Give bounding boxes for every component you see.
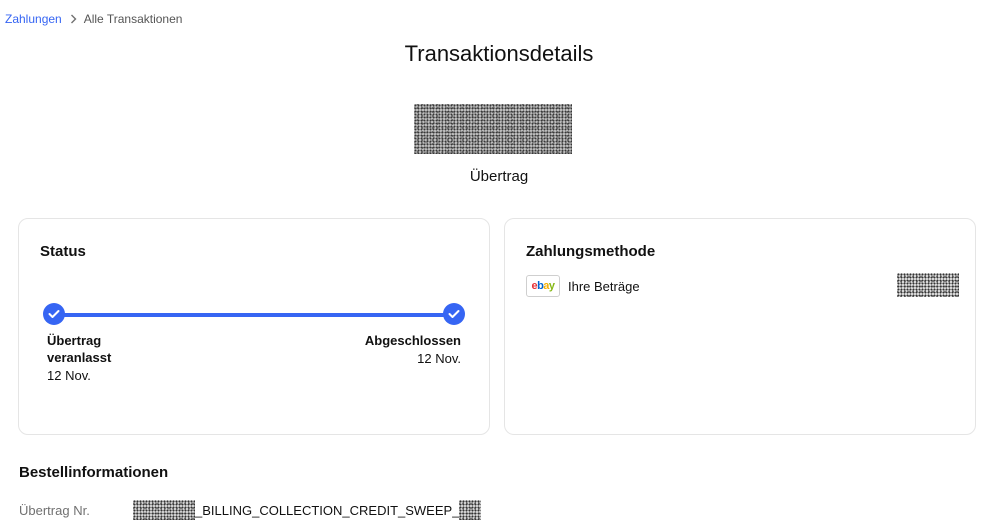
redacted-amount (414, 104, 572, 154)
step-label-completed: Abgeschlossen (364, 333, 461, 348)
breadcrumb-link-zahlungen[interactable]: Zahlungen (5, 12, 62, 26)
step-date-initiated: 12 Nov. (47, 368, 91, 383)
transfer-number-value: _BILLING_COLLECTION_CREDIT_SWEEP_ (133, 500, 482, 520)
check-icon (443, 303, 465, 325)
transfer-number-label: Übertrag Nr. (19, 502, 90, 518)
status-progress-bar (55, 313, 455, 317)
breadcrumb-current: Alle Transaktionen (83, 12, 183, 26)
ebay-logo-icon: ebay (526, 275, 560, 297)
step-label-initiated: Übertrag veranlasst (47, 333, 112, 365)
redacted-id-suffix (459, 500, 482, 520)
step-date-completed: 12 Nov. (417, 351, 461, 366)
check-icon (43, 303, 65, 325)
transfer-number-row: Übertrag Nr. _BILLING_COLLECTION_CREDIT_… (19, 500, 482, 520)
status-title: Status (40, 243, 86, 260)
redacted-id-prefix (133, 500, 195, 520)
payment-method-row: ebay Ihre Beträge (526, 275, 640, 297)
payment-method-card: Zahlungsmethode ebay Ihre Beträge (504, 218, 976, 435)
chevron-right-icon (70, 14, 77, 24)
page-title: Transaktionsdetails (404, 41, 594, 66)
transaction-type: Übertrag (469, 168, 529, 185)
status-card: Status Übertrag veranlasst 12 Nov. Abges… (18, 218, 490, 435)
payment-method-label: Ihre Beträge (568, 278, 640, 294)
redacted-method-amount (897, 273, 959, 297)
breadcrumb: Zahlungen Alle Transaktionen (5, 12, 182, 26)
transfer-number-text: _BILLING_COLLECTION_CREDIT_SWEEP_ (195, 502, 460, 518)
payment-method-title: Zahlungsmethode (526, 243, 656, 260)
order-info-title: Bestellinformationen (19, 464, 169, 481)
